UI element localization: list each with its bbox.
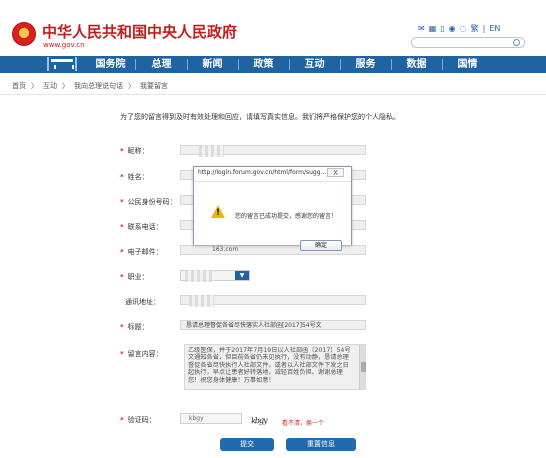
home-building-icon[interactable] — [47, 57, 77, 71]
site-title: 中华人民共和国中央人民政府 — [42, 23, 238, 41]
captcha-image: kbgy — [250, 415, 267, 426]
required-marker: * — [120, 223, 124, 231]
breadcrumb-separator: 〉 — [62, 82, 69, 90]
submit-button[interactable]: 提交 — [220, 438, 274, 451]
nav-divider — [135, 59, 136, 70]
chevron-down-icon[interactable]: ▼ — [235, 271, 249, 280]
nav-item-news[interactable]: 新闻 — [190, 56, 235, 73]
search-icon[interactable] — [513, 39, 520, 46]
nav-divider — [442, 59, 443, 70]
message-textarea[interactable]: 乙级医保，并于2017年7月19日以人社部函〔2017〕54号文通知各省，但目前… — [184, 344, 366, 390]
english-link[interactable]: EN — [489, 24, 500, 34]
required-marker: * — [120, 147, 124, 155]
nickname-field[interactable] — [180, 145, 366, 157]
redacted-value — [199, 145, 224, 157]
required-marker: * — [120, 248, 124, 256]
message-label: * 留言内容： — [120, 350, 163, 358]
reset-button[interactable]: 重置信息 — [286, 438, 356, 451]
breadcrumb-divider — [0, 94, 546, 95]
nav-divider — [238, 59, 239, 70]
grid-icon[interactable]: ▦ — [429, 24, 437, 34]
redacted-value — [189, 295, 214, 307]
dialog-message: 您的留言已成功提交，感谢您的留言！ — [235, 213, 338, 220]
search-input[interactable] — [411, 37, 525, 48]
wechat-icon[interactable]: ◌ — [460, 24, 467, 34]
message-scrollbar[interactable] — [359, 345, 366, 389]
occupation-select[interactable]: ▼ — [180, 270, 250, 282]
national-emblem-icon — [12, 22, 36, 46]
required-marker: * — [120, 323, 124, 331]
site-domain: www.gov.cn — [43, 41, 85, 49]
nav-item-data[interactable]: 数据 — [394, 56, 439, 73]
breadcrumb-separator: 〉 — [31, 82, 38, 90]
divider: | — [482, 24, 486, 33]
nav-divider — [187, 59, 188, 70]
breadcrumb-premier-message[interactable]: 我向总理说句话 — [74, 81, 123, 91]
weibo-icon[interactable]: ◉ — [449, 24, 456, 34]
main-navigation: 国务院 总理 新闻 政策 互动 服务 数据 国情 — [0, 56, 546, 73]
privacy-notice: 为了您的留言得到及时有效处理和回应，请填写真实信息。我们将严格保护您的个人隐私。 — [120, 113, 400, 121]
dialog-body: ! 您的留言已成功提交，感谢您的留言！ 确定 — [194, 181, 351, 251]
address-field[interactable] — [180, 295, 366, 307]
captcha-input[interactable]: kbgy — [180, 413, 242, 424]
dialog-title: http://login.forum.gov.cn/html/form/sugg… — [198, 169, 327, 176]
required-marker: * — [120, 350, 124, 358]
title-field[interactable]: 恳请总理督促各省尽快落实人社部函[2017]54号文 — [180, 320, 366, 330]
nav-item-premier[interactable]: 总理 — [139, 56, 184, 73]
breadcrumb-home[interactable]: 首页 — [12, 81, 26, 91]
required-marker: * — [120, 416, 124, 424]
nav-item-state-council[interactable]: 国务院 — [88, 56, 133, 73]
nav-divider — [391, 59, 392, 70]
scrollbar-thumb[interactable] — [361, 362, 366, 372]
message-dialog: http://login.forum.gov.cn/html/form/sugg… — [193, 166, 352, 251]
nav-divider — [340, 59, 341, 70]
nav-item-interaction[interactable]: 互动 — [292, 56, 337, 73]
nav-item-policy[interactable]: 政策 — [241, 56, 286, 73]
warning-icon: ! — [211, 205, 225, 218]
refresh-captcha-link[interactable]: 看不清，换一个 — [282, 418, 324, 427]
required-marker: * — [120, 198, 124, 206]
nav-divider — [289, 59, 290, 70]
mail-icon[interactable]: ✉ — [418, 24, 425, 34]
nav-item-country-facts[interactable]: 国情 — [445, 56, 490, 73]
ok-button[interactable]: 确定 — [300, 240, 342, 251]
top-utility-icons: ✉ ▦ ▯ ◉ ◌ 繁 | EN — [418, 23, 500, 35]
site-header: 中华人民共和国中央人民政府 www.gov.cn ✉ ▦ ▯ ◉ ◌ 繁 | E… — [0, 0, 546, 56]
mobile-icon[interactable]: ▯ — [440, 24, 444, 34]
breadcrumb-current-page: 我要留言 — [140, 82, 168, 90]
nav-item-services[interactable]: 服务 — [343, 56, 388, 73]
breadcrumb-interaction[interactable]: 互动 — [43, 81, 57, 91]
required-marker: * — [120, 173, 124, 181]
breadcrumb-separator: 〉 — [128, 82, 135, 90]
required-marker: * — [120, 273, 124, 281]
traditional-chinese-link[interactable]: 繁 — [471, 24, 479, 34]
redacted-value — [185, 270, 213, 282]
breadcrumb: 首页〉 互动〉 我向总理说句话〉 我要留言 — [12, 81, 168, 91]
close-button[interactable]: X — [327, 168, 344, 177]
